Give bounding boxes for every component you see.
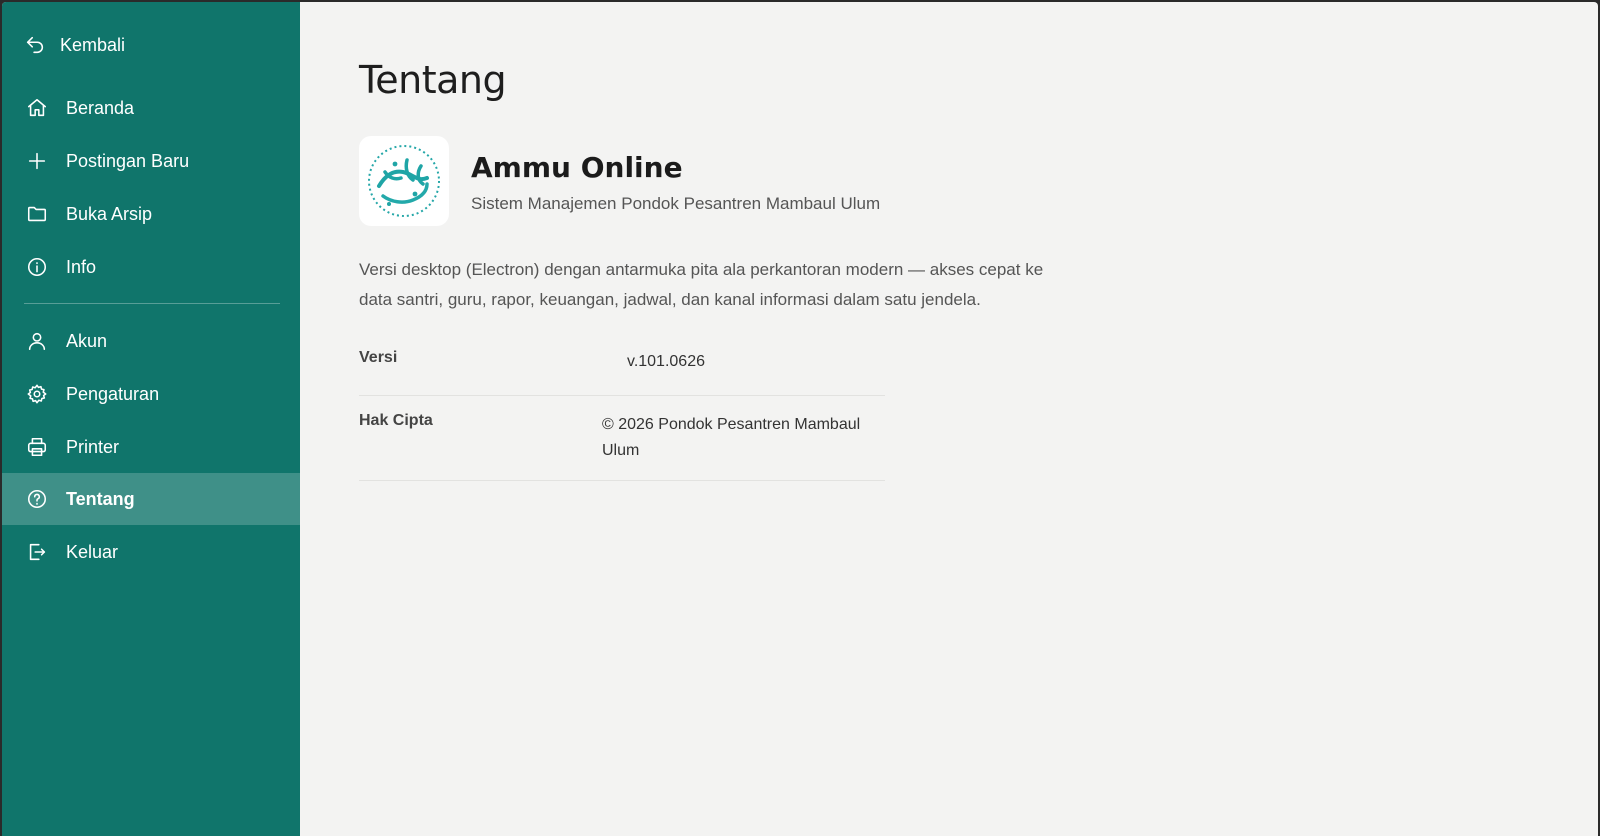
logout-icon xyxy=(26,541,48,563)
back-button[interactable]: Kembali xyxy=(24,30,125,60)
arabic-calligraphy-logo xyxy=(368,145,440,217)
info-value: v.101.0626 xyxy=(627,353,705,370)
main-content: Tentang Ammu Online Sistem Manajemen Pon… xyxy=(300,2,1598,836)
sidebar-item-label: Printer xyxy=(66,436,120,457)
help-circle-icon xyxy=(26,488,48,510)
sidebar-item-tentang[interactable]: Tentang xyxy=(2,473,300,525)
info-row-versi: Versi v.101.0626 xyxy=(359,339,885,396)
back-arrow-icon xyxy=(24,34,46,56)
plus-icon xyxy=(26,150,48,172)
sidebar-item-printer[interactable]: Printer xyxy=(2,421,300,473)
sidebar-item-label: Postingan Baru xyxy=(66,150,190,171)
printer-icon xyxy=(26,436,48,458)
sidebar-item-buka-arsip[interactable]: Buka Arsip xyxy=(2,188,300,240)
app-window: Kembali Beranda Postingan Baru Buka Arsi… xyxy=(2,2,1598,836)
sidebar-item-beranda[interactable]: Beranda xyxy=(2,82,300,134)
info-icon xyxy=(26,256,48,278)
gear-icon xyxy=(26,383,48,405)
sidebar-item-info[interactable]: Info xyxy=(2,241,300,293)
sidebar-item-keluar[interactable]: Keluar xyxy=(2,526,300,578)
app-description: Versi desktop (Electron) dengan antarmuk… xyxy=(359,260,1044,309)
sidebar-divider xyxy=(24,303,280,304)
sidebar-item-label: Beranda xyxy=(66,97,135,118)
info-table: Versi v.101.0626 Hak Cipta © 2026 Pondok… xyxy=(359,339,885,481)
page-title: Tentang xyxy=(359,58,507,102)
folder-icon xyxy=(26,203,48,225)
sidebar-item-postingan-baru[interactable]: Postingan Baru xyxy=(2,135,300,187)
sidebar-item-label: Tentang xyxy=(66,488,135,509)
sidebar: Kembali Beranda Postingan Baru Buka Arsi… xyxy=(2,2,300,836)
sidebar-item-akun[interactable]: Akun xyxy=(2,315,300,367)
user-icon xyxy=(26,330,48,352)
app-logo xyxy=(359,136,449,226)
sidebar-item-label: Info xyxy=(66,256,97,277)
info-key: Versi xyxy=(359,349,398,366)
sidebar-item-pengaturan[interactable]: Pengaturan xyxy=(2,368,300,420)
sidebar-item-label: Keluar xyxy=(66,541,119,562)
sidebar-item-label: Pengaturan xyxy=(66,383,160,404)
sidebar-item-label: Akun xyxy=(66,330,108,351)
back-label: Kembali xyxy=(60,34,126,55)
info-value: © 2026 Pondok Pesantren Mambaul Ulum xyxy=(602,416,861,459)
home-icon xyxy=(26,97,48,119)
info-row-hak-cipta: Hak Cipta © 2026 Pondok Pesantren Mambau… xyxy=(359,396,885,481)
info-key: Hak Cipta xyxy=(359,412,433,429)
app-subtitle: Sistem Manajemen Pondok Pesantren Mambau… xyxy=(471,194,881,213)
app-name: Ammu Online xyxy=(471,151,683,184)
sidebar-item-label: Buka Arsip xyxy=(66,203,153,224)
